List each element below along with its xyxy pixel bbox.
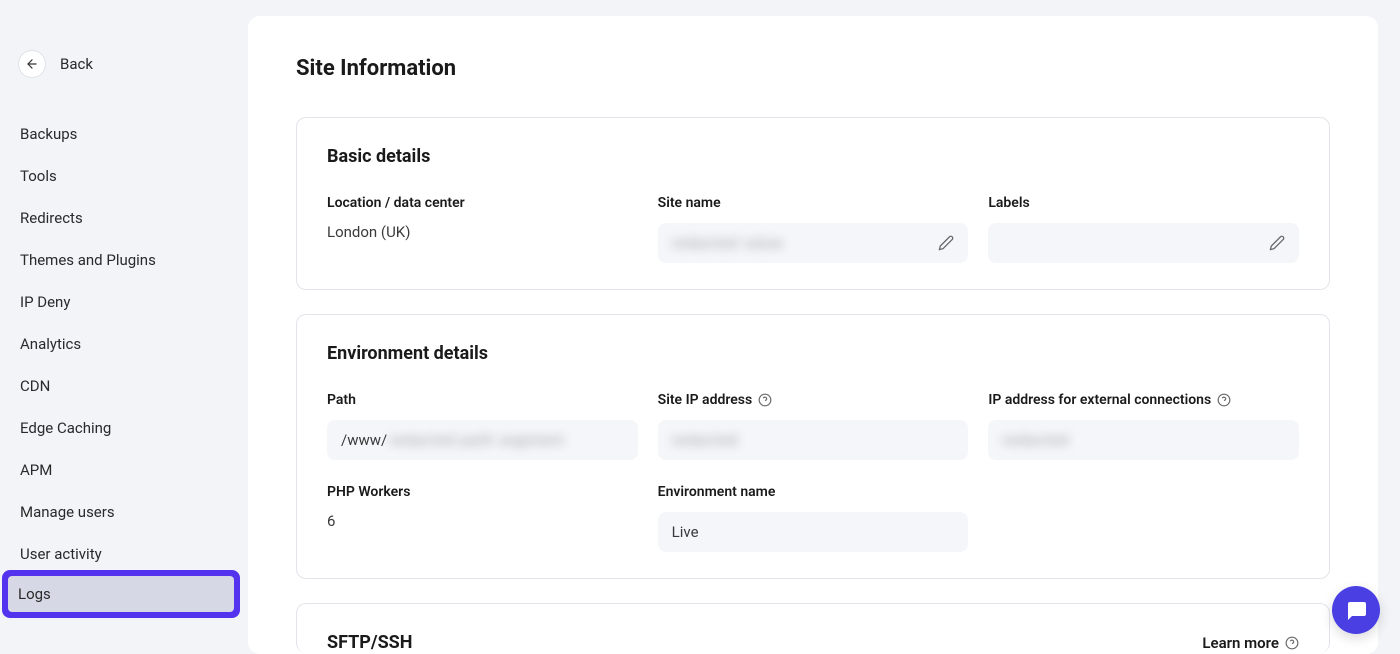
path-field: Path /www/ redacted path segment <box>327 392 638 460</box>
basic-details-panel: Basic details Location / data center Lon… <box>296 117 1330 290</box>
sidebar-item-tools[interactable]: Tools <box>8 156 240 196</box>
path-prefix: /www/ <box>341 431 387 449</box>
location-label: Location / data center <box>327 195 638 211</box>
sidebar-item-themes-plugins[interactable]: Themes and Plugins <box>8 240 240 280</box>
arrow-left-icon <box>25 57 39 71</box>
labels-field: Labels <box>988 195 1299 263</box>
sidebar-item-manage-users[interactable]: Manage users <box>8 492 240 532</box>
help-icon[interactable] <box>758 393 772 407</box>
page-title: Site Information <box>296 56 1330 81</box>
help-icon <box>1285 636 1299 650</box>
sidebar-item-edge-caching[interactable]: Edge Caching <box>8 408 240 448</box>
back-button[interactable] <box>18 50 46 78</box>
basic-details-title: Basic details <box>327 146 1299 167</box>
site-ip-value-box[interactable]: redacted <box>658 420 969 460</box>
path-value-box[interactable]: /www/ redacted path segment <box>327 420 638 460</box>
learn-more-link[interactable]: Learn more <box>1202 634 1299 652</box>
main-content: Site Information Basic details Location … <box>248 0 1400 654</box>
nav-list: Backups Tools Redirects Themes and Plugi… <box>8 114 240 618</box>
sidebar-item-apm[interactable]: APM <box>8 450 240 490</box>
php-workers-field: PHP Workers 6 <box>327 484 638 552</box>
back-row: Back <box>8 50 240 78</box>
site-ip-value: redacted <box>672 431 739 449</box>
sidebar-item-backups[interactable]: Backups <box>8 114 240 154</box>
labels-label: Labels <box>988 195 1299 211</box>
sftp-ssh-title: SFTP/SSH <box>327 632 412 653</box>
location-field: Location / data center London (UK) <box>327 195 638 263</box>
help-icon[interactable] <box>1217 393 1231 407</box>
external-ip-label: IP address for external connections <box>988 392 1299 408</box>
sftp-ssh-panel: SFTP/SSH Learn more <box>296 603 1330 653</box>
sidebar-item-ip-deny[interactable]: IP Deny <box>8 282 240 322</box>
sitename-input[interactable]: redacted value <box>658 223 969 263</box>
sitename-label: Site name <box>658 195 969 211</box>
path-value: redacted path segment <box>389 431 564 449</box>
external-ip-field: IP address for external connections reda… <box>988 392 1299 460</box>
sitename-value: redacted value <box>672 234 784 252</box>
empty-col <box>988 484 1299 552</box>
sidebar-item-redirects[interactable]: Redirects <box>8 198 240 238</box>
environment-name-value: Live <box>672 523 699 541</box>
environment-name-label: Environment name <box>658 484 969 500</box>
sidebar-item-logs-highlight: Logs <box>2 570 240 618</box>
sidebar-item-analytics[interactable]: Analytics <box>8 324 240 364</box>
sidebar-item-cdn[interactable]: CDN <box>8 366 240 406</box>
location-value: London (UK) <box>327 223 638 241</box>
content-card: Site Information Basic details Location … <box>248 16 1378 654</box>
sidebar-item-user-activity[interactable]: User activity <box>8 534 240 574</box>
environment-details-panel: Environment details Path /www/ redacted … <box>296 314 1330 579</box>
pencil-icon[interactable] <box>1269 235 1285 251</box>
php-workers-value: 6 <box>327 512 638 530</box>
environment-name-value-box[interactable]: Live <box>658 512 969 552</box>
pencil-icon[interactable] <box>938 235 954 251</box>
chat-fab[interactable] <box>1332 586 1380 634</box>
php-workers-label: PHP Workers <box>327 484 638 500</box>
site-ip-field: Site IP address redacted <box>658 392 969 460</box>
sidebar-item-logs[interactable]: Logs <box>8 576 234 612</box>
sitename-field: Site name redacted value <box>658 195 969 263</box>
environment-name-field: Environment name Live <box>658 484 969 552</box>
back-label: Back <box>60 55 93 73</box>
sidebar: Back Backups Tools Redirects Themes and … <box>0 0 248 654</box>
site-ip-label: Site IP address <box>658 392 969 408</box>
external-ip-value-box[interactable]: redacted <box>988 420 1299 460</box>
environment-details-title: Environment details <box>327 343 1299 364</box>
path-label: Path <box>327 392 638 408</box>
external-ip-value: redacted <box>1002 431 1069 449</box>
labels-input[interactable] <box>988 223 1299 263</box>
chat-icon <box>1344 598 1368 622</box>
